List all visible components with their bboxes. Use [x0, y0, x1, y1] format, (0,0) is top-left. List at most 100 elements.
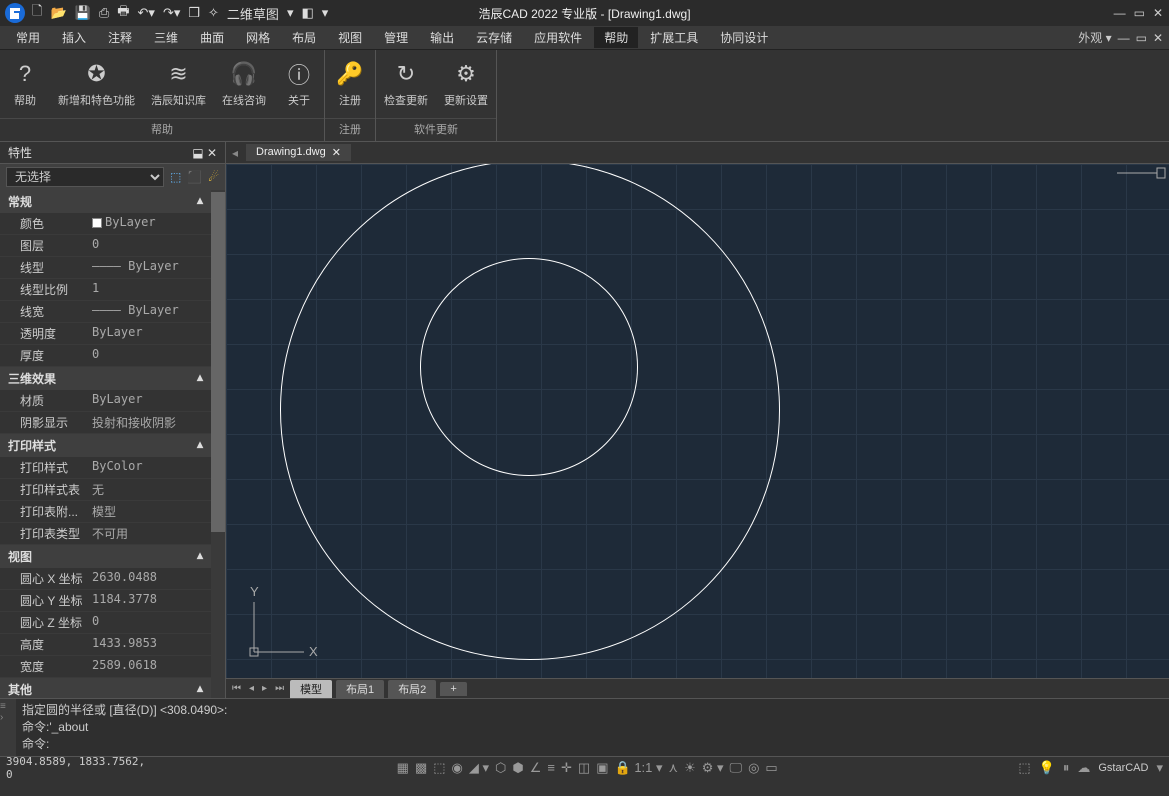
section-三维效果[interactable]: 三维效果▴	[0, 367, 211, 390]
selection-dropdown[interactable]: 无选择	[6, 167, 164, 187]
layers-icon[interactable]: ❒	[188, 5, 200, 21]
tab-close-icon[interactable]: ✕	[332, 146, 341, 159]
appearance-menu[interactable]: 外观 ▾	[1078, 29, 1111, 46]
drawing-viewport[interactable]: X Y	[226, 164, 1169, 678]
prop-材质[interactable]: 材质ByLayer	[0, 390, 211, 412]
ribbon-注册[interactable]: 🔑注册	[325, 50, 375, 118]
status-menu-icon[interactable]: ▾	[1156, 760, 1163, 776]
section-常规[interactable]: 常规▴	[0, 190, 211, 213]
ribbon-新增和特色功能[interactable]: ✪新增和特色功能	[50, 50, 143, 118]
cloud-icon[interactable]: ☁	[1077, 760, 1090, 776]
prop-圆心 Y 坐标[interactable]: 圆心 Y 坐标1184.3778	[0, 590, 211, 612]
prop-颜色[interactable]: 颜色ByLayer	[0, 213, 211, 235]
select-objects-icon[interactable]: ⬛	[187, 170, 202, 184]
print-icon[interactable]: 🖶	[117, 2, 129, 24]
layout-add-button[interactable]: +	[440, 682, 466, 696]
saveas-icon[interactable]: ⎙	[99, 5, 109, 21]
mdi-minimize-icon[interactable]: —	[1118, 31, 1130, 45]
snap-icon[interactable]: ▩	[415, 760, 427, 776]
ribbon-关于[interactable]: ⓘ关于	[274, 50, 324, 118]
layout-first-icon[interactable]: ⏮	[230, 683, 243, 694]
prop-阴影显示[interactable]: 阴影显示投射和接收阴影	[0, 412, 211, 434]
bulb-icon[interactable]: 💡	[1039, 760, 1055, 776]
ws-icon[interactable]: ⚙ ▾	[702, 760, 724, 776]
prop-打印样式表[interactable]: 打印样式表无	[0, 479, 211, 501]
hardware-icon[interactable]: ◎	[748, 760, 759, 776]
open-icon[interactable]: 📂	[50, 5, 66, 21]
document-tab[interactable]: Drawing1.dwg✕	[246, 144, 351, 161]
prop-厚度[interactable]: 厚度0	[0, 345, 211, 367]
menu-云存储[interactable]: 云存储	[466, 27, 522, 48]
grid-icon[interactable]: ▦	[397, 760, 409, 776]
toggle-pim-icon[interactable]: ☄	[208, 170, 219, 184]
layout-tab-布局2[interactable]: 布局2	[388, 680, 436, 698]
prop-线宽[interactable]: 线宽———— ByLayer	[0, 301, 211, 323]
menu-扩展工具[interactable]: 扩展工具	[640, 27, 708, 48]
menu-视图[interactable]: 视图	[328, 27, 372, 48]
osnap-icon[interactable]: ⬡	[495, 760, 506, 776]
window-icon[interactable]: ◧	[301, 5, 313, 21]
prop-打印样式[interactable]: 打印样式ByColor	[0, 457, 211, 479]
menu-协同设计[interactable]: 协同设计	[710, 27, 778, 48]
prop-打印表附...[interactable]: 打印表附...模型	[0, 501, 211, 523]
panel-close-icon[interactable]: ✕	[207, 146, 217, 160]
minimize-button[interactable]: —	[1114, 6, 1126, 20]
save-icon[interactable]: 💾	[75, 5, 91, 21]
layout-last-icon[interactable]: ⏭	[273, 683, 286, 694]
cycle-icon[interactable]: ◫	[578, 760, 590, 776]
annoscale-icon[interactable]: ⋏	[669, 760, 679, 776]
redo-icon[interactable]: ↷▾	[163, 5, 180, 21]
3dosnap-icon[interactable]: ⬢	[512, 760, 523, 776]
max-viewport-icon[interactable]: ⬚	[1018, 760, 1030, 776]
prop-圆心 Z 坐标[interactable]: 圆心 Z 坐标0	[0, 612, 211, 634]
prop-线型[interactable]: 线型———— ByLayer	[0, 257, 211, 279]
layout-tab-布局1[interactable]: 布局1	[336, 680, 384, 698]
close-button[interactable]: ✕	[1153, 6, 1163, 20]
annovis-icon[interactable]: ☀	[684, 760, 696, 776]
menu-布局[interactable]: 布局	[282, 27, 326, 48]
viewcube-placeholder[interactable]	[1117, 166, 1167, 180]
panel-pin-icon[interactable]: ⬓	[192, 146, 203, 160]
mdi-close-icon[interactable]: ✕	[1153, 31, 1163, 45]
prop-高度[interactable]: 高度1433.9853	[0, 634, 211, 656]
polar-icon[interactable]: ◉	[452, 760, 463, 776]
section-其他[interactable]: 其他▴	[0, 678, 211, 698]
lock-icon[interactable]: ⏸	[1063, 760, 1070, 776]
menu-注释[interactable]: 注释	[98, 27, 142, 48]
ribbon-浩辰知识库[interactable]: ≋浩辰知识库	[143, 50, 214, 118]
ribbon-在线咨询[interactable]: 🎧在线咨询	[214, 50, 274, 118]
ribbon-检查更新[interactable]: ↻检查更新	[376, 50, 436, 118]
tab-prev-icon[interactable]: ◂	[232, 146, 238, 160]
ortho-icon[interactable]: ⬚	[433, 760, 445, 776]
prop-线型比例[interactable]: 线型比例1	[0, 279, 211, 301]
lwt-icon[interactable]: ≡	[547, 760, 555, 775]
monitor-icon[interactable]: 🖵	[730, 760, 743, 776]
menu-网格[interactable]: 网格	[236, 27, 280, 48]
move-icon[interactable]: ✧	[208, 5, 219, 21]
command-line[interactable]: ≡ › 指定圆的半径或 [直径(D)] <308.0490>: 命令:'_abo…	[0, 698, 1169, 756]
prop-圆心 X 坐标[interactable]: 圆心 X 坐标2630.0488	[0, 568, 211, 590]
section-打印样式[interactable]: 打印样式▴	[0, 434, 211, 457]
menu-常用[interactable]: 常用	[6, 27, 50, 48]
menu-管理[interactable]: 管理	[374, 27, 418, 48]
menu-插入[interactable]: 插入	[52, 27, 96, 48]
iso-icon[interactable]: ◢ ▾	[469, 760, 489, 776]
qat-more-icon[interactable]: ▾	[322, 5, 329, 21]
menu-三维[interactable]: 三维	[144, 27, 188, 48]
scale-label[interactable]: 🔒 1:1 ▾	[615, 760, 663, 776]
new-icon[interactable]: 🗋	[32, 2, 42, 24]
undo-icon[interactable]: ↶▾	[138, 5, 155, 21]
qp-icon[interactable]: ▣	[596, 760, 608, 776]
layout-next-icon[interactable]: ▸	[260, 683, 269, 694]
menu-帮助[interactable]: 帮助	[594, 27, 638, 48]
maximize-button[interactable]: ▭	[1134, 6, 1145, 20]
layout-prev-icon[interactable]: ◂	[247, 683, 256, 694]
cmd-input[interactable]: 命令:	[22, 735, 1163, 752]
circle-inner[interactable]	[420, 258, 638, 476]
prop-透明度[interactable]: 透明度ByLayer	[0, 323, 211, 345]
menu-曲面[interactable]: 曲面	[190, 27, 234, 48]
section-视图[interactable]: 视图▴	[0, 545, 211, 568]
properties-scrollbar[interactable]	[211, 190, 225, 698]
quick-select-icon[interactable]: ⬚	[170, 170, 181, 184]
cmd-history-icon[interactable]: ≡	[0, 701, 16, 712]
